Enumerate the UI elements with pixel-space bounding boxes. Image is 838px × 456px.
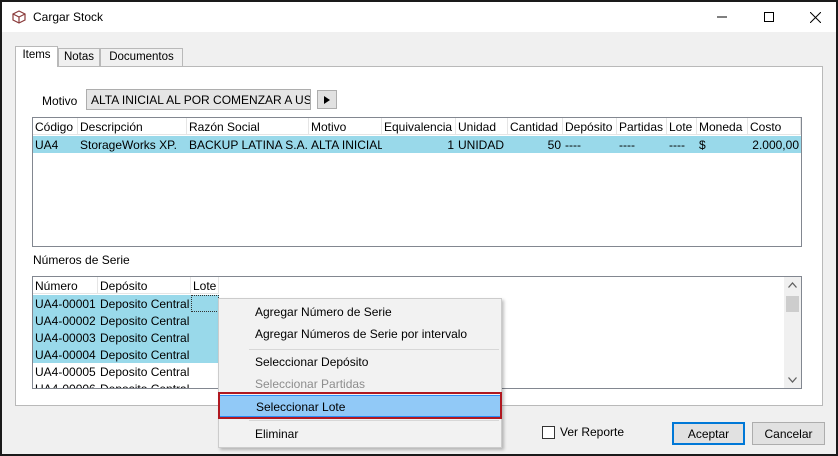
motivo-select-button[interactable] — [317, 90, 337, 109]
cell-lote — [191, 363, 219, 380]
maximize-button[interactable] — [746, 2, 792, 32]
ver-reporte-checkbox[interactable]: Ver Reporte — [542, 425, 624, 439]
serie-grid-header: Número Depósito Lote — [33, 277, 801, 294]
cell-deposito: ---- — [565, 138, 581, 152]
col-razon-social[interactable]: Razón Social — [187, 118, 309, 135]
cell-numero: UA4-00003 — [33, 329, 98, 346]
menu-separator — [249, 349, 499, 350]
cell-numero: UA4-00005 — [35, 365, 96, 379]
tab-notas[interactable]: Notas — [58, 48, 100, 66]
context-menu: Agregar Número de Serie Agregar Números … — [218, 298, 502, 448]
table-row[interactable]: UA4-00002 Deposito Central — [33, 312, 219, 329]
table-row[interactable]: UA4-00003 Deposito Central — [33, 329, 219, 346]
cell-deposito: Deposito Central — [100, 365, 190, 379]
cargar-stock-window: Cargar Stock Items Notas Documentos Moti… — [0, 0, 838, 456]
app-icon — [12, 10, 26, 24]
table-row[interactable]: UA4-00001 Deposito Central — [33, 295, 219, 312]
col-deposito[interactable]: Depósito — [98, 277, 191, 294]
table-row[interactable]: UA4-00005 Deposito Central — [33, 363, 219, 380]
col-lote[interactable]: Lote — [667, 118, 697, 135]
table-row[interactable]: UA4-00006 Deposito Central — [33, 380, 219, 389]
menu-item-eliminar[interactable]: Eliminar — [219, 423, 501, 445]
items-grid[interactable]: Código Descripción Razón Social Motivo E… — [32, 117, 802, 247]
cell-equivalencia: 1 — [447, 138, 454, 152]
tab-items[interactable]: Items — [15, 46, 58, 67]
col-descripcion[interactable]: Descripción — [78, 118, 187, 135]
motivo-label: Motivo — [42, 94, 78, 108]
cell-deposito: Deposito Central — [98, 312, 191, 329]
cell-unidad: UNIDAD — [458, 138, 505, 152]
cell-lote — [191, 346, 219, 363]
scroll-thumb[interactable] — [786, 296, 799, 312]
close-icon — [809, 11, 821, 23]
highlight-callout-box — [218, 392, 502, 419]
cell-codigo: UA4 — [35, 138, 59, 152]
close-button[interactable] — [792, 2, 838, 32]
cell-numero: UA4-00004 — [33, 346, 98, 363]
cell-lote — [191, 312, 219, 329]
cell-costo: 2.000,00 — [752, 138, 799, 152]
cell-cantidad: 50 — [547, 138, 561, 152]
cancelar-button[interactable]: Cancelar — [752, 422, 825, 445]
aceptar-button[interactable]: Aceptar — [672, 422, 745, 445]
cell-deposito: Deposito Central — [98, 346, 191, 363]
col-cantidad[interactable]: Cantidad — [508, 118, 563, 135]
title-bar[interactable]: Cargar Stock — [2, 2, 836, 32]
cell-moneda: $ — [699, 138, 706, 152]
table-row[interactable]: UA4 StorageWorks XP. BACKUP LATINA S.A. … — [33, 136, 801, 153]
cell-lote: ---- — [669, 138, 685, 152]
serie-vertical-scrollbar[interactable] — [784, 277, 801, 388]
cell-deposito: Deposito Central — [100, 382, 190, 389]
menu-item-agregar-numero-serie[interactable]: Agregar Número de Serie — [219, 301, 501, 323]
menu-item-seleccionar-deposito[interactable]: Seleccionar Depósito — [219, 351, 501, 373]
menu-item-agregar-intervalo[interactable]: Agregar Números de Serie por intervalo — [219, 323, 501, 345]
cell-partidas: ---- — [619, 138, 635, 152]
items-grid-header: Código Descripción Razón Social Motivo E… — [33, 118, 801, 135]
checkbox-box[interactable] — [542, 425, 555, 439]
cell-numero: UA4-00002 — [33, 312, 98, 329]
cell-lote — [191, 329, 219, 346]
numeros-serie-label: Números de Serie — [33, 253, 130, 267]
cell-lote — [191, 380, 219, 388]
col-codigo[interactable]: Código — [33, 118, 78, 135]
col-motivo[interactable]: Motivo — [309, 118, 382, 135]
col-numero[interactable]: Número — [33, 277, 98, 294]
col-moneda[interactable]: Moneda — [697, 118, 748, 135]
play-arrow-icon — [324, 95, 330, 104]
cell-motivo: ALTA INICIAL — [311, 138, 382, 152]
cell-numero: UA4-00001 — [33, 295, 98, 312]
minimize-icon — [717, 16, 727, 18]
scroll-up-icon[interactable] — [788, 282, 797, 288]
cell-lote[interactable] — [191, 295, 219, 312]
col-costo[interactable]: Costo — [748, 118, 801, 135]
col-partidas[interactable]: Partidas — [617, 118, 667, 135]
scroll-down-icon[interactable] — [788, 377, 797, 383]
cell-deposito: Deposito Central — [98, 295, 191, 312]
cell-descripcion: StorageWorks XP. — [80, 138, 177, 152]
col-deposito[interactable]: Depósito — [563, 118, 617, 135]
minimize-button[interactable] — [699, 2, 745, 32]
ver-reporte-label: Ver Reporte — [560, 425, 625, 439]
tab-documentos[interactable]: Documentos — [100, 48, 183, 66]
motivo-field[interactable]: ALTA INICIAL AL POR COMENZAR A USAR — [86, 89, 311, 110]
cell-razon-social: BACKUP LATINA S.A. — [189, 138, 308, 152]
maximize-icon — [764, 12, 774, 22]
cell-deposito: Deposito Central — [98, 329, 191, 346]
menu-separator — [249, 420, 499, 421]
col-unidad[interactable]: Unidad — [456, 118, 508, 135]
col-lote[interactable]: Lote — [191, 277, 219, 294]
col-equivalencia[interactable]: Equivalencia — [382, 118, 456, 135]
window-title: Cargar Stock — [33, 10, 104, 24]
cell-numero: UA4-00006 — [35, 382, 96, 389]
table-row[interactable]: UA4-00004 Deposito Central — [33, 346, 219, 363]
